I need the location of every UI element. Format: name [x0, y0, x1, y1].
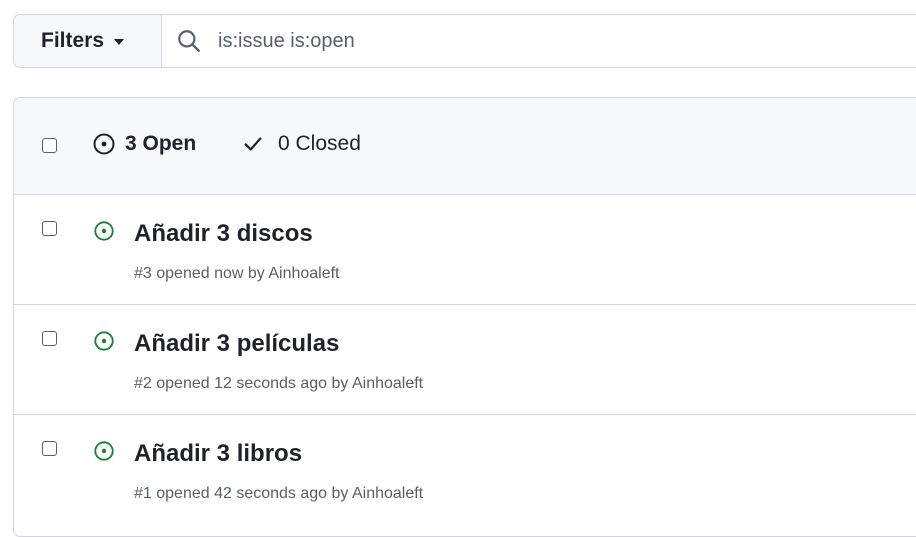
search-area[interactable]: [162, 15, 916, 67]
check-icon: [244, 137, 262, 151]
open-issues-tab[interactable]: 3 Open: [92, 132, 196, 156]
select-all-checkbox[interactable]: [42, 138, 57, 153]
issue-checkbox[interactable]: [42, 441, 57, 456]
issue-opened-icon: [93, 133, 115, 155]
issue-opened-icon: [94, 441, 114, 461]
issue-checkbox[interactable]: [42, 221, 57, 236]
issue-title-link[interactable]: Añadir 3 películas: [134, 330, 339, 358]
closed-count-label: 0 Closed: [278, 132, 361, 155]
issue-meta: #2 opened 12 seconds ago by Ainhoaleft: [134, 375, 424, 392]
issue-opened-icon: [94, 331, 114, 351]
issue-checkbox[interactable]: [42, 331, 57, 346]
open-count-label: 3 Open: [125, 132, 197, 155]
chevron-down-icon: [114, 39, 125, 45]
issue-row: Añadir 3 películas #2 opened 12 seconds …: [14, 305, 916, 415]
issues-list-header: 3 Open 0 Closed: [14, 98, 916, 195]
filters-label: Filters: [41, 29, 105, 52]
issue-filter-bar: Filters: [13, 14, 916, 68]
search-icon: [178, 30, 200, 52]
issues-list: 3 Open 0 Closed Añadir 3 discos #3 opene…: [13, 97, 916, 537]
issue-title-link[interactable]: Añadir 3 libros: [134, 440, 302, 468]
issue-meta: #1 opened 42 seconds ago by Ainhoaleft: [134, 485, 424, 502]
issue-row: Añadir 3 discos #3 opened now by Ainhoal…: [14, 195, 916, 305]
issue-title-link[interactable]: Añadir 3 discos: [134, 220, 313, 248]
search-input[interactable]: [216, 28, 820, 54]
issue-meta: #3 opened now by Ainhoaleft: [134, 265, 340, 282]
issue-row: Añadir 3 libros #1 opened 42 seconds ago…: [14, 415, 916, 525]
filters-button[interactable]: Filters: [14, 15, 162, 67]
issue-opened-icon: [94, 221, 114, 241]
closed-issues-tab[interactable]: 0 Closed: [242, 132, 361, 156]
